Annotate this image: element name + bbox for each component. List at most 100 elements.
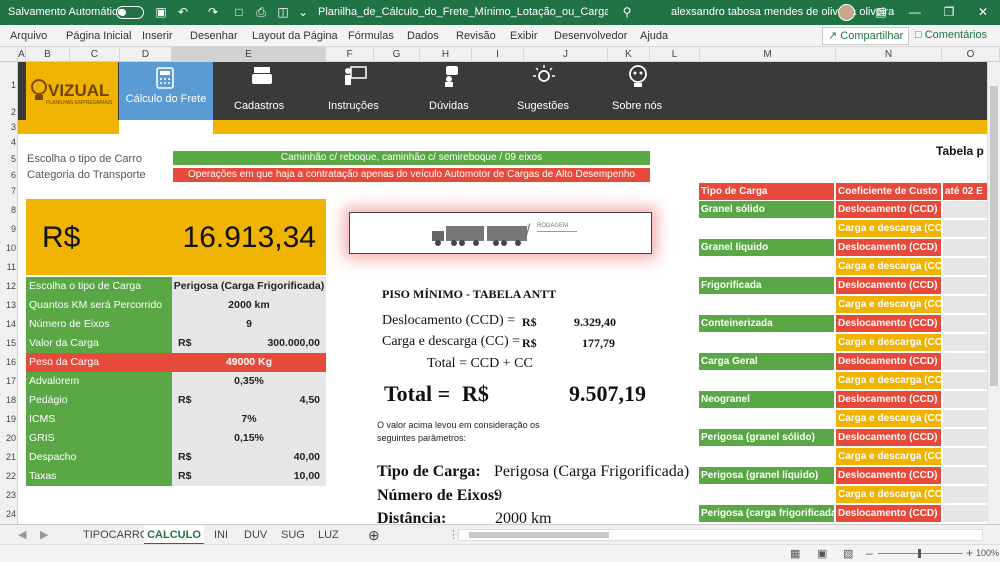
row-header[interactable]: 17 xyxy=(0,376,18,386)
user-name[interactable]: alexsandro tabosa mendes de oliveira oli… xyxy=(671,6,894,18)
share-button[interactable]: ↗ Compartilhar xyxy=(822,27,910,45)
nav-instrucoes[interactable]: Instruções xyxy=(328,100,379,112)
col-header[interactable]: A xyxy=(18,47,26,62)
zoom-out-icon[interactable]: – xyxy=(866,546,873,560)
sheet-tab-ini[interactable]: INI xyxy=(214,525,228,545)
zoom-level[interactable]: 100% xyxy=(976,548,999,558)
menu-formulas[interactable]: Fórmulas xyxy=(348,30,394,42)
maximize-icon[interactable]: ❐ xyxy=(942,5,956,19)
menu-layout[interactable]: Layout da Página xyxy=(252,30,338,42)
param-value[interactable]: 9 xyxy=(172,315,326,334)
page-layout-icon[interactable]: ▣ xyxy=(817,547,827,560)
menu-ajuda[interactable]: Ajuda xyxy=(640,30,668,42)
row-header[interactable]: 18 xyxy=(0,395,18,405)
page-break-icon[interactable]: ▧ xyxy=(843,547,853,560)
menu-exibir[interactable]: Exibir xyxy=(510,30,538,42)
vertical-scrollbar[interactable] xyxy=(987,62,1000,524)
row-header[interactable]: 19 xyxy=(0,414,18,424)
close-icon[interactable]: ✕ xyxy=(976,5,990,19)
param-value[interactable]: R$ 300.000,00 xyxy=(172,334,326,353)
param-value[interactable]: 2000 km xyxy=(172,296,326,315)
nav-cadastros[interactable]: Cadastros xyxy=(234,100,284,112)
param-value[interactable]: R$ 4,50 xyxy=(172,391,326,410)
comments-button[interactable]: □ Comentários xyxy=(910,27,992,45)
col-header[interactable]: H xyxy=(420,47,472,62)
param-value[interactable]: 0,35% xyxy=(172,372,326,391)
prev-sheet-icon[interactable]: ◀ xyxy=(18,525,26,545)
menu-pagina-inicial[interactable]: Página Inicial xyxy=(66,30,131,42)
sheet-tab-duv[interactable]: DUV xyxy=(244,525,267,545)
col-header[interactable]: J xyxy=(524,47,608,62)
row-header[interactable]: 4 xyxy=(0,137,18,147)
col-header[interactable]: G xyxy=(374,47,420,62)
menu-desenvolvedor[interactable]: Desenvolvedor xyxy=(554,30,627,42)
sheet-tab-calculo[interactable]: CALCULO xyxy=(144,525,204,545)
row-header[interactable]: 2 xyxy=(0,107,18,117)
param-value[interactable]: 0,15% xyxy=(172,429,326,448)
zoom-slider[interactable] xyxy=(878,549,963,558)
autosave-toggle[interactable] xyxy=(116,6,144,19)
row-header[interactable]: 3 xyxy=(0,122,18,132)
row-header[interactable]: 7 xyxy=(0,186,18,196)
col-header[interactable]: M xyxy=(700,47,836,62)
row-header[interactable]: 16 xyxy=(0,357,18,367)
customize-toolbar-icon[interactable]: ⌄ xyxy=(296,5,310,19)
scroll-thumb[interactable] xyxy=(990,86,998,386)
menu-arquivo[interactable]: Arquivo xyxy=(10,30,47,42)
ribbon-display-icon[interactable]: ▤ xyxy=(874,5,888,19)
row-header[interactable]: 24 xyxy=(0,509,18,519)
row-header[interactable]: 14 xyxy=(0,319,18,329)
param-value[interactable]: Perigosa (Carga Frigorificada) xyxy=(172,277,326,296)
new-file-icon[interactable]: □ xyxy=(232,5,246,19)
zoom-in-icon[interactable]: + xyxy=(966,546,973,560)
sheet-tab-luz[interactable]: LUZ xyxy=(318,525,339,545)
row-header[interactable]: 23 xyxy=(0,490,18,500)
minimize-icon[interactable]: — xyxy=(908,5,922,19)
next-sheet-icon[interactable]: ▶ xyxy=(40,525,48,545)
sheet-tab-tipocarro[interactable]: TIPOCARRO xyxy=(83,525,148,545)
avatar[interactable] xyxy=(838,4,855,21)
select-all[interactable] xyxy=(0,47,18,62)
zoom-slider-handle[interactable] xyxy=(918,549,921,558)
param-value[interactable]: 49000 Kg xyxy=(172,353,326,372)
col-header[interactable]: L xyxy=(650,47,700,62)
undo-icon[interactable]: ↶ xyxy=(176,5,190,19)
menu-revisao[interactable]: Revisão xyxy=(456,30,496,42)
col-header[interactable]: E xyxy=(172,47,326,62)
col-header[interactable]: I xyxy=(472,47,524,62)
quick-access-icon[interactable]: ◫ xyxy=(276,5,290,19)
search-icon[interactable]: ⚲ xyxy=(620,5,634,19)
save-icon[interactable]: ▣ xyxy=(154,5,168,19)
row-header[interactable]: 11 xyxy=(0,262,18,272)
col-header[interactable]: F xyxy=(326,47,374,62)
row-header[interactable]: 5 xyxy=(0,154,18,164)
row-header[interactable]: 10 xyxy=(0,243,18,253)
add-sheet-icon[interactable]: ⊕ xyxy=(368,525,380,545)
row-header[interactable]: 20 xyxy=(0,433,18,443)
hscroll-thumb[interactable] xyxy=(469,532,609,538)
param-value[interactable]: R$ 40,00 xyxy=(172,448,326,467)
param-value[interactable]: 7% xyxy=(172,410,326,429)
nav-sobre-nos[interactable]: Sobre nós xyxy=(612,100,662,112)
redo-icon[interactable]: ↷ xyxy=(206,5,220,19)
nav-duvidas[interactable]: Dúvidas xyxy=(429,100,469,112)
nav-sugestoes[interactable]: Sugestões xyxy=(517,100,569,112)
normal-view-icon[interactable]: ▦ xyxy=(790,547,800,560)
menu-inserir[interactable]: Inserir xyxy=(142,30,173,42)
sheet-tab-sug[interactable]: SUG xyxy=(281,525,305,545)
row-header[interactable]: 6 xyxy=(0,170,18,180)
menu-desenhar[interactable]: Desenhar xyxy=(190,30,238,42)
row-header[interactable]: 8 xyxy=(0,205,18,215)
horizontal-scrollbar[interactable] xyxy=(458,529,983,541)
transport-category-value[interactable]: Operações em que haja a contratação apen… xyxy=(173,168,650,182)
row-header[interactable]: 1 xyxy=(0,80,18,90)
logo[interactable]: VIZUAL PLANILHAS EMPRESARIAIS xyxy=(26,62,118,120)
col-header[interactable]: C xyxy=(70,47,120,62)
col-header[interactable]: D xyxy=(120,47,172,62)
col-header[interactable]: K xyxy=(608,47,650,62)
row-header[interactable]: 22 xyxy=(0,471,18,481)
row-header[interactable]: 21 xyxy=(0,452,18,462)
row-header[interactable]: 9 xyxy=(0,224,18,234)
nav-calculo-frete[interactable]: Cálculo do Frete xyxy=(119,62,213,120)
col-header[interactable]: N xyxy=(836,47,942,62)
